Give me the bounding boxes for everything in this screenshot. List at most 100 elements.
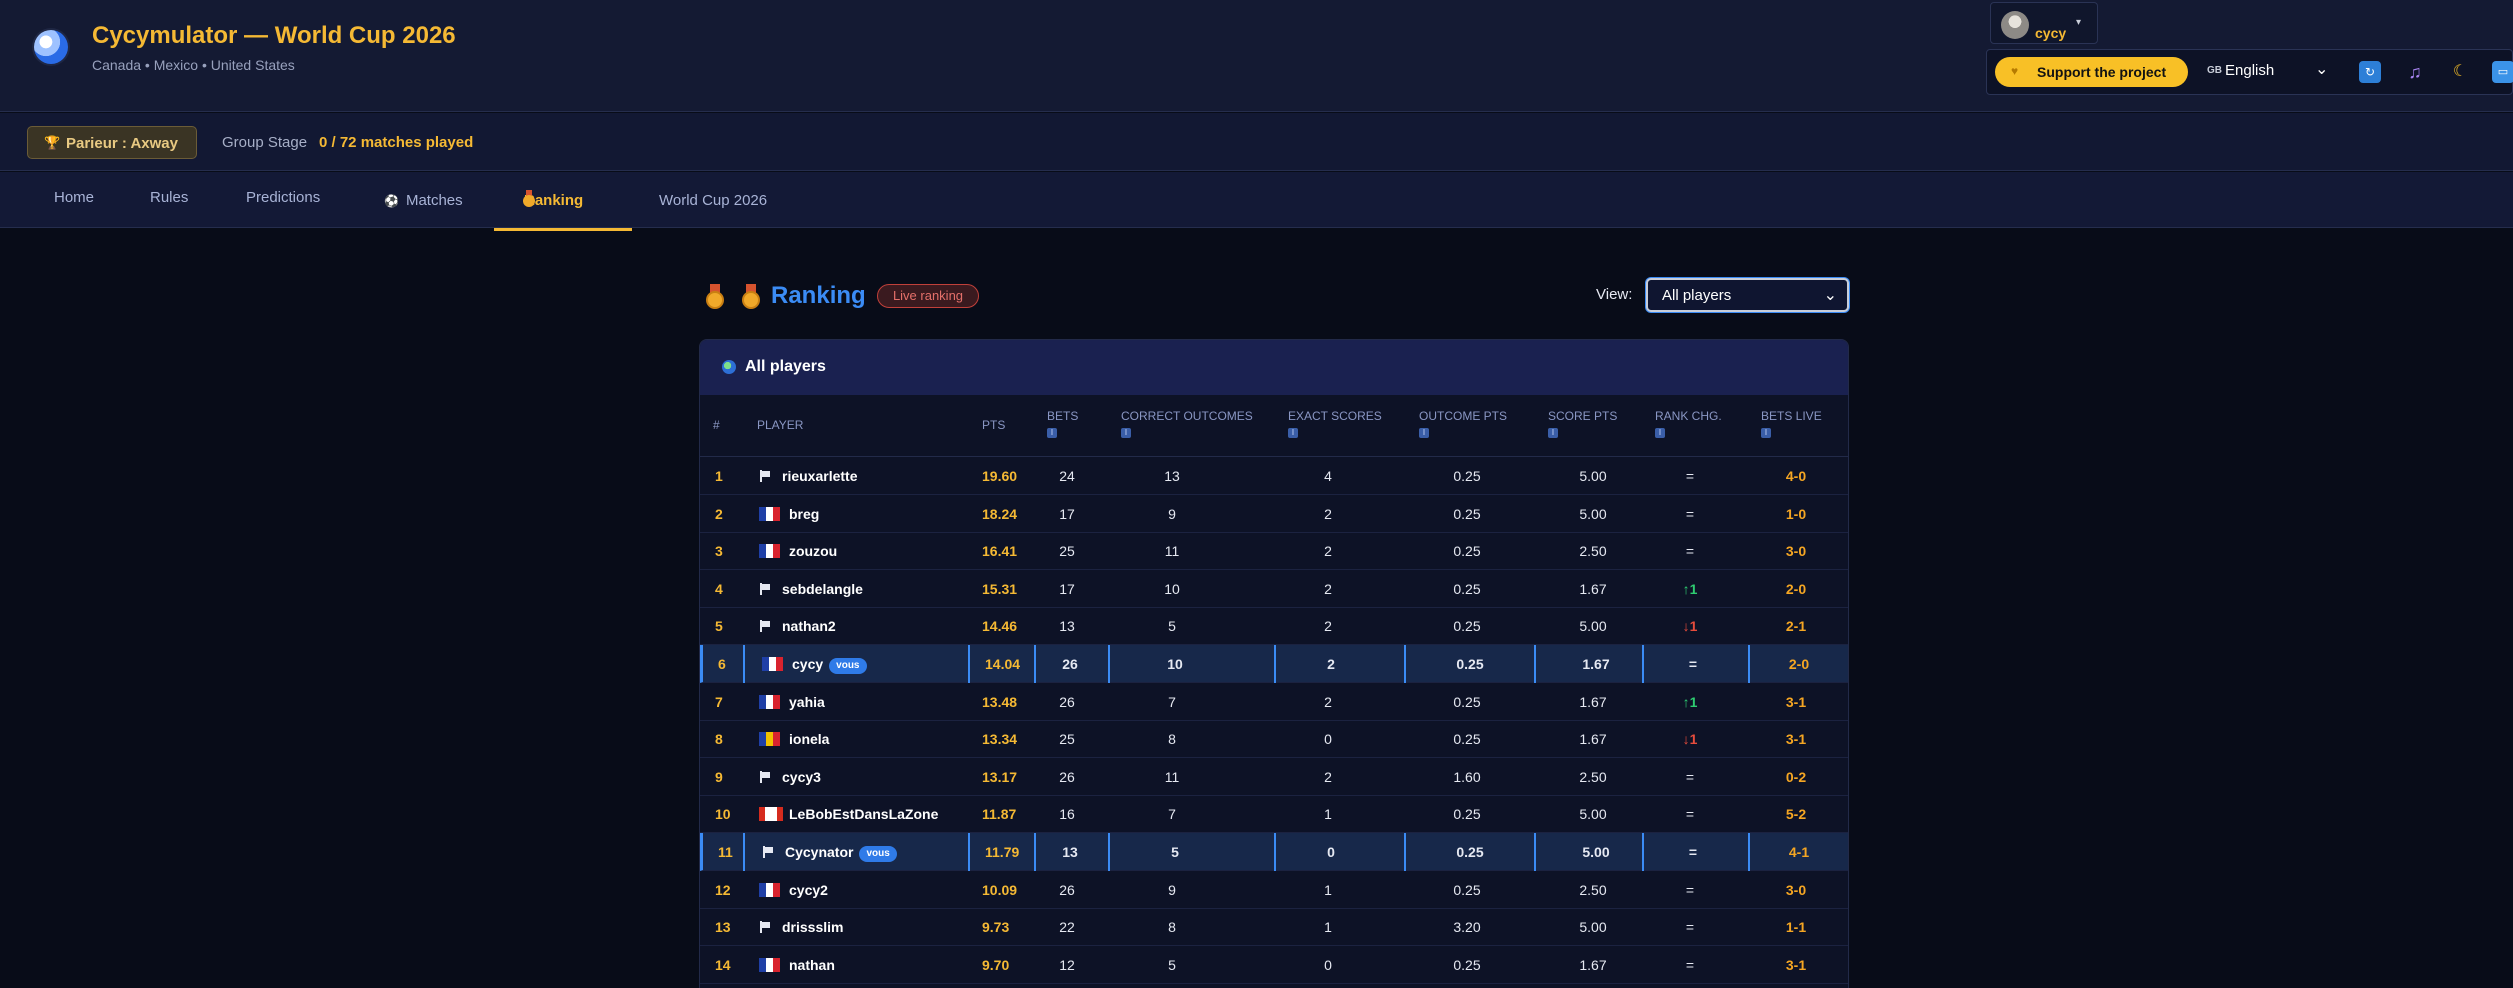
table-row[interactable]: 13 drissslim 9.73 22 8 1 3.20 5.00 = 1-1	[700, 908, 1848, 947]
player-flag	[759, 882, 781, 900]
table-row[interactable]: 8 ionela 13.34 25 8 0 0.25 1.67 ↓1 3-1	[700, 720, 1848, 759]
moon-icon[interactable]: ☾	[2449, 61, 2471, 83]
music-icon[interactable]: ♫	[2404, 61, 2426, 83]
tab-matches[interactable]: ⚽ Matches	[384, 192, 463, 231]
support-project-button[interactable]: ♥ Support the project	[1995, 57, 2188, 87]
player-name[interactable]: yahia	[789, 694, 825, 710]
col-score-pts[interactable]: Score pts i	[1548, 409, 1617, 438]
bets-cell: 26	[1059, 768, 1075, 785]
col-bets[interactable]: Bets i	[1047, 409, 1078, 438]
info-icon[interactable]: i	[1419, 428, 1429, 438]
player-name-text: nathan	[789, 956, 835, 973]
table-row[interactable]: 11 Cycynator vous 11.79 13 5 0 0.25 5.00 = 4-1	[700, 833, 1848, 871]
table-row[interactable]: 6 cycy vous 14.04 26 10 2 0.25 1.67 = 2-0	[700, 645, 1848, 683]
info-icon[interactable]: i	[1761, 428, 1771, 438]
exact-scores-cell: 2	[1324, 543, 1332, 560]
rank-change-cell: ↑1	[1682, 693, 1698, 710]
table-row[interactable]: 9 cycy3 13.17 26 11 2 1.60 2.50 = 0-2	[700, 758, 1848, 796]
player-name[interactable]: ionela	[789, 731, 829, 747]
col-pts[interactable]: Pts	[982, 418, 1005, 432]
info-icon[interactable]: i	[1288, 428, 1298, 438]
score-pts-cell: 1.67	[1579, 693, 1607, 710]
correct-outcomes-cell: 8	[1168, 731, 1176, 748]
table-row[interactable]: 10 LeBobEstDansLaZone 11.87 16 7 1 0.25 5.00 = 5-…	[700, 795, 1848, 834]
info-icon[interactable]: i	[1655, 428, 1665, 438]
rank-change-cell: =	[1685, 768, 1695, 785]
table-row[interactable]: 5 nathan2 14.46 13 5 2 0.25 5.00 ↓1 2-1	[700, 607, 1848, 646]
col-bets-live[interactable]: Bets live i	[1761, 409, 1822, 438]
app-subtitle: Canada • Mexico • United States	[92, 57, 295, 73]
table-row[interactable]: 1 rieuxarlette 19.60 24 13 4 0.25 5.00 = 4-0	[700, 457, 1848, 495]
bets-cell: 25	[1059, 543, 1075, 560]
screen-icon[interactable]: ▭	[2492, 61, 2513, 83]
table-row[interactable]: 4 sebdelangle 15.31 17 10 2 0.25 1.67 ↑1 2-0	[700, 570, 1848, 608]
player-name[interactable]: zouzou	[789, 543, 837, 559]
view-select[interactable]: All players ⌄	[1646, 278, 1849, 312]
points-cell: 13.17	[982, 768, 1018, 785]
points-cell: 11.87	[982, 806, 1017, 823]
player-name[interactable]: sebdelangle	[782, 581, 863, 597]
tab-ranking[interactable]: Ranking	[494, 192, 632, 231]
info-icon[interactable]: i	[1121, 428, 1131, 438]
info-icon[interactable]: i	[1047, 428, 1057, 438]
user-menu[interactable]: cycy ▾	[1990, 2, 2098, 44]
info-icon[interactable]: i	[1548, 428, 1558, 438]
rank-change-cell: =	[1685, 505, 1695, 522]
player-name[interactable]: nathan2	[782, 618, 836, 634]
correct-outcomes-cell: 7	[1168, 693, 1176, 710]
refresh-icon[interactable]: ↻	[2359, 61, 2381, 83]
table-row[interactable]: 12 cycy2 10.09 26 9 1 0.25 2.50 = 3-0	[700, 871, 1848, 909]
table-row[interactable]: 14 nathan 9.70 12 5 0 0.25 1.67 = 3-1	[700, 946, 1848, 984]
table-row[interactable]: 3 zouzou 16.41 25 11 2 0.25 2.50 = 3-0	[700, 532, 1848, 571]
col-player[interactable]: Player	[757, 418, 803, 432]
soccer-ball-logo-icon	[34, 30, 68, 64]
exact-scores-cell: 2	[1327, 656, 1335, 672]
player-name[interactable]: Cycynator vous	[785, 844, 897, 862]
tab-home[interactable]: Home	[54, 189, 94, 228]
table-row[interactable]: 2 breg 18.24 17 9 2 0.25 5.00 = 1-0	[700, 495, 1848, 533]
bets-cell: 26	[1059, 881, 1075, 898]
player-name[interactable]: breg	[789, 506, 819, 522]
france-flag-icon	[759, 957, 781, 972]
bets-cell: 22	[1059, 919, 1075, 936]
points-cell: 14.46	[982, 618, 1018, 635]
player-name[interactable]: cycy2	[789, 882, 828, 898]
player-name[interactable]: drissslim	[782, 919, 843, 935]
app-header: Cycymulator — World Cup 2026 Canada • Me…	[0, 0, 2513, 112]
col-exact[interactable]: Exact scores i	[1288, 409, 1382, 438]
tab-world-cup[interactable]: World Cup 2026	[659, 192, 767, 231]
rank-cell: 6	[718, 656, 726, 672]
language-select[interactable]: GB English ⌄	[2207, 58, 2337, 86]
bets-live-cell: 1-1	[1785, 919, 1807, 936]
medal-icon	[522, 190, 536, 207]
player-name-text: cycy	[792, 656, 824, 672]
france-flag-icon	[759, 544, 781, 559]
tab-rules[interactable]: Rules	[150, 189, 188, 228]
col-rank-change[interactable]: Rank chg. i	[1655, 409, 1722, 438]
player-name[interactable]: nathan	[789, 957, 835, 973]
player-name[interactable]: rieuxarlette	[782, 468, 857, 484]
bets-live-cell: 4-0	[1785, 468, 1807, 484]
col-correct[interactable]: Correct outcomes i	[1121, 409, 1253, 438]
col-rank-change-label: Rank chg.	[1655, 409, 1722, 423]
points-cell: 14.04	[985, 656, 1021, 672]
tab-matches-label: Matches	[405, 192, 463, 209]
player-flag	[759, 807, 783, 824]
col-outcome-pts-label: Outcome pts	[1419, 409, 1508, 423]
rank-cell: 5	[715, 618, 723, 635]
col-outcome-pts[interactable]: Outcome pts i	[1419, 409, 1507, 438]
player-name-text: zouzou	[789, 543, 838, 560]
player-name[interactable]: LeBobEstDansLaZone	[789, 806, 938, 822]
score-pts-cell: 5.00	[1579, 806, 1607, 823]
player-name[interactable]: cycy3	[782, 769, 821, 785]
canada-flag-icon	[759, 807, 783, 822]
exact-scores-cell: 2	[1324, 505, 1332, 522]
bettor-label: Parieur : Axway	[66, 135, 178, 152]
correct-outcomes-cell: 5	[1171, 844, 1179, 860]
tab-predictions[interactable]: Predictions	[246, 189, 320, 228]
player-flag	[759, 544, 781, 561]
points-cell: 13.48	[982, 693, 1018, 710]
table-row[interactable]: 7 yahia 13.48 26 7 2 0.25 1.67 ↑1 3-1	[700, 683, 1848, 721]
player-name[interactable]: cycy vous	[792, 656, 867, 674]
bettor-badge[interactable]: 🏆 Parieur : Axway	[27, 126, 197, 159]
